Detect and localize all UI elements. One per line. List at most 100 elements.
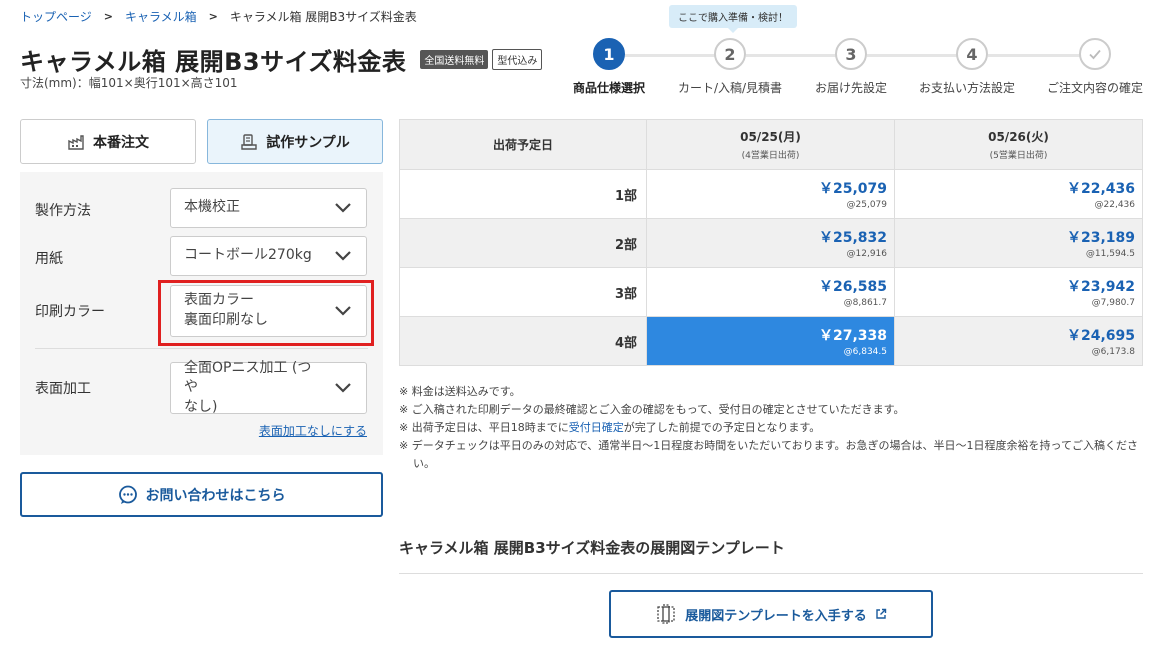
price-cell[interactable]: ￥23,942 @7,980.7 [894, 267, 1143, 317]
step-2-label: カート/入稿/見積書 [677, 81, 783, 95]
get-template-button[interactable]: 展開図テンプレートを入手する [609, 590, 933, 638]
quantity-cell: 1部 [399, 169, 647, 219]
factory-icon [68, 134, 84, 150]
breadcrumb: トップページ > キャラメル箱 > キャラメル箱 展開B3サイズ料金表 [20, 8, 417, 25]
step-2-circle: 2 [714, 38, 746, 70]
step-5-label: ご注文内容の確定 [1046, 81, 1144, 95]
price-amount: ￥25,079 [818, 181, 887, 197]
unit-price: @8,861.7 [843, 298, 887, 308]
date-col-1: 05/25(月) [740, 130, 801, 144]
chevron-down-icon [335, 203, 351, 213]
table-row: 4部 ￥27,338 @6,834.5 ￥24,695 @6,173.8 [399, 316, 1143, 366]
notes-list: ※ 料金は送料込みです。 ※ ご入稿された印刷データの最終確認とご入金の確認をも… [399, 383, 1143, 473]
step-5-circle [1079, 38, 1111, 70]
chevron-right-icon: > [103, 10, 113, 23]
check-icon [1089, 49, 1101, 60]
price-amount: ￥23,942 [1066, 279, 1135, 295]
price-cell[interactable]: ￥26,585 @8,861.7 [646, 267, 895, 317]
unit-price: @11,594.5 [1085, 249, 1135, 259]
template-heading: キャラメル箱 展開B3サイズ料金表の展開図テンプレート [399, 539, 785, 557]
quantity-cell: 2部 [399, 218, 647, 268]
note-item: ※ 出荷予定日は、平日18時までに受付日確定が完了した前提での予定日となります。 [399, 419, 1143, 437]
quantity-cell: 3部 [399, 267, 647, 317]
sample-order-button[interactable]: 試作サンプル [207, 119, 383, 164]
step-3-circle: 3 [835, 38, 867, 70]
unit-price: @22,436 [1094, 200, 1136, 210]
note-text: ※ 出荷予定日は、平日18時までに [399, 421, 569, 434]
price-amount: ￥23,189 [1066, 230, 1135, 246]
printer-icon [241, 133, 257, 150]
method-label: 製作方法 [35, 203, 91, 219]
surface-finish-label: 表面加工 [35, 381, 91, 397]
chevron-right-icon: > [208, 10, 218, 23]
template-sheet-icon [657, 604, 675, 624]
step-4-circle: 4 [956, 38, 988, 70]
dimensions-text: 寸法(mm)：幅101×奥行101×高さ101 [20, 76, 238, 90]
print-color-label: 印刷カラー [35, 304, 105, 320]
sample-order-label: 試作サンプル [266, 134, 350, 151]
date-col-2-sub: (5営業日出荷) [989, 151, 1048, 161]
template-divider [399, 573, 1143, 574]
method-select[interactable]: 本機校正 [170, 188, 367, 228]
contact-button-label: お問い合わせはこちら [145, 487, 286, 504]
step-connector [988, 54, 1093, 57]
price-amount: ￥26,585 [818, 279, 887, 295]
surface-finish-value-line1: 全面OPニス加工 (つや [184, 359, 312, 396]
free-shipping-badge: 全国送料無料 [420, 50, 489, 69]
price-cell[interactable]: ￥25,079 @25,079 [646, 169, 895, 219]
price-amount: ￥27,338 [818, 328, 887, 344]
page-title: キャラメル箱 展開B3サイズ料金表 [20, 48, 407, 76]
chevron-down-icon [335, 383, 351, 393]
production-order-label: 本番注文 [93, 134, 149, 151]
unit-price: @6,834.5 [843, 347, 887, 357]
breadcrumb-category-link[interactable]: キャラメル箱 [125, 8, 197, 25]
price-cell[interactable]: ￥25,832 @12,916 [646, 218, 895, 268]
options-divider [35, 348, 368, 349]
paper-select[interactable]: コートボール270kg [170, 236, 367, 276]
price-amount: ￥22,436 [1066, 181, 1135, 197]
price-cell[interactable]: ￥22,436 @22,436 [894, 169, 1143, 219]
table-row: 3部 ￥26,585 @8,861.7 ￥23,942 @7,980.7 [399, 267, 1143, 317]
ship-date-header: 出荷予定日 [399, 119, 647, 170]
step-3-label: お届け先設定 [814, 81, 888, 95]
note-item: ※ ご入稿された印刷データの最終確認とご入金の確認をもって、受付日の確定とさせて… [399, 403, 905, 416]
step-1-circle: 1 [593, 38, 625, 70]
price-cell[interactable]: ￥24,695 @6,173.8 [894, 316, 1143, 366]
no-surface-finish-link[interactable]: 表面加工なしにする [259, 422, 367, 439]
unit-price: @6,173.8 [1091, 347, 1135, 357]
table-row: 2部 ￥25,832 @12,916 ￥23,189 @11,594.5 [399, 218, 1143, 268]
unit-price: @7,980.7 [1091, 298, 1135, 308]
quantity-cell: 4部 [399, 316, 647, 366]
price-cell[interactable]: ￥23,189 @11,594.5 [894, 218, 1143, 268]
production-order-button[interactable]: 本番注文 [20, 119, 196, 164]
paper-value: コートボール270kg [184, 247, 312, 264]
date-col-2-header: 05/26(火) (5営業日出荷) [894, 119, 1143, 170]
breadcrumb-current: キャラメル箱 展開B3サイズ料金表 [229, 10, 417, 24]
unit-price: @12,916 [846, 249, 888, 259]
step-1-label: 商品仕様選択 [572, 81, 646, 95]
get-template-label: 展開図テンプレートを入手する [685, 608, 867, 624]
external-link-icon [876, 608, 887, 619]
mold-included-badge: 型代込み [492, 49, 543, 70]
breadcrumb-home-link[interactable]: トップページ [20, 8, 92, 25]
table-row: 1部 ￥25,079 @25,079 ￥22,436 @22,436 [399, 169, 1143, 219]
checkout-steps: ここで購入準備・検討！ 1 2 3 4 商品仕様選択 カート/入稿/見積書 お届… [565, 5, 1155, 100]
chevron-down-icon [335, 251, 351, 261]
note-item: ※ データチェックは平日のみの対応で、通常半日〜1日程度お時間をいただいておりま… [399, 439, 1138, 470]
print-color-highlight-box [158, 280, 374, 346]
surface-finish-select[interactable]: 全面OPニス加工 (つや なし) [170, 359, 367, 415]
date-col-1-sub: (4営業日出荷) [741, 151, 800, 161]
note-text: が完了した前提での予定日となります。 [623, 421, 821, 434]
step-tooltip: ここで購入準備・検討！ [669, 5, 797, 33]
confirm-date-link[interactable]: 受付日確定 [569, 421, 624, 434]
price-cell-selected[interactable]: ￥27,338 @6,834.5 [646, 316, 895, 366]
price-amount: ￥24,695 [1066, 328, 1135, 344]
contact-button[interactable]: お問い合わせはこちら [20, 472, 383, 517]
date-col-1-header: 05/25(月) (4営業日出荷) [646, 119, 895, 170]
unit-price: @25,079 [846, 200, 888, 210]
title-row: キャラメル箱 展開B3サイズ料金表 全国送料無料 型代込み [20, 42, 543, 77]
price-amount: ￥25,832 [818, 230, 887, 246]
date-col-2: 05/26(火) [988, 130, 1049, 144]
price-table-header: 出荷予定日 05/25(月) (4営業日出荷) 05/26(火) (5営業日出荷… [399, 119, 1143, 170]
step-4-label: お支払い方法設定 [918, 81, 1016, 95]
